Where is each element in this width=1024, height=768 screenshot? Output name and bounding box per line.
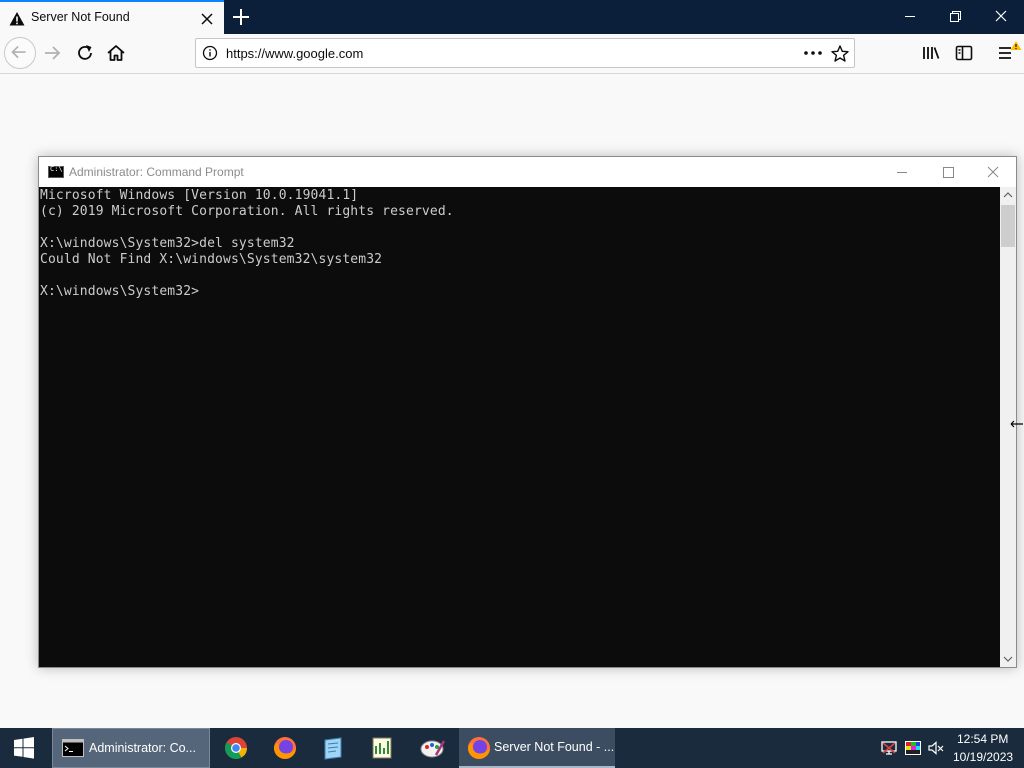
console-output[interactable]: Microsoft Windows [Version 10.0.19041.1]… xyxy=(39,187,1000,667)
scroll-down-icon[interactable] xyxy=(1000,651,1016,667)
scrollbar-thumb[interactable] xyxy=(1001,205,1015,247)
clock-date[interactable]: 10/19/2023 xyxy=(953,750,1013,764)
taskbar-pin-chrome[interactable] xyxy=(214,728,258,768)
minimize-icon[interactable] xyxy=(888,0,932,34)
console-line: Microsoft Windows [Version 10.0.19041.1] xyxy=(40,188,359,203)
command-prompt-window[interactable]: C:\ Administrator: Command Prompt Micros… xyxy=(38,156,1017,668)
network-icon[interactable] xyxy=(880,739,898,757)
address-bar[interactable]: https://www.google.com xyxy=(195,38,855,68)
taskbar-item-command-prompt[interactable]: Administrator: Co... xyxy=(52,728,210,768)
taskbar-item-label: Administrator: Co... xyxy=(89,741,196,755)
console-prompt-line[interactable]: X:\windows\System32> xyxy=(40,284,454,300)
plus-icon[interactable] xyxy=(229,5,253,29)
taskbar-item-label: Server Not Found - ... xyxy=(494,740,615,754)
chrome-icon xyxy=(225,737,247,759)
sidebar-icon[interactable] xyxy=(953,42,975,64)
browser-tab[interactable]: Server Not Found xyxy=(0,0,224,34)
taskbar: Administrator: Co... Server Not Found - … xyxy=(0,728,1024,768)
taskbar-pin-firefox[interactable] xyxy=(263,728,307,768)
paint-icon xyxy=(420,740,446,758)
back-button[interactable] xyxy=(4,37,36,69)
firefox-icon xyxy=(468,737,490,759)
warning-icon xyxy=(9,12,25,26)
taskbar-pin-regedit[interactable] xyxy=(360,728,404,768)
volume-muted-icon[interactable] xyxy=(927,739,945,757)
console-line: Could Not Find X:\windows\System32\syste… xyxy=(40,252,383,267)
start-button[interactable] xyxy=(0,728,48,768)
console-icon xyxy=(62,739,84,757)
browser-tab-strip: Server Not Found xyxy=(0,0,1024,34)
close-icon[interactable] xyxy=(978,0,1024,34)
windows-logo-icon xyxy=(14,737,34,759)
color-palette-icon[interactable] xyxy=(904,739,922,757)
maximize-icon[interactable] xyxy=(925,157,971,187)
library-icon[interactable] xyxy=(920,42,942,64)
taskbar-pin-paint[interactable] xyxy=(410,728,454,768)
scroll-up-icon[interactable] xyxy=(1000,187,1016,203)
menu-icon[interactable] xyxy=(994,39,1022,65)
reload-icon[interactable] xyxy=(73,41,97,65)
back-icon xyxy=(11,45,26,59)
taskbar-item-firefox[interactable]: Server Not Found - ... xyxy=(459,728,615,768)
page-actions-icon[interactable] xyxy=(802,43,824,63)
tab-title: Server Not Found xyxy=(31,10,130,24)
console-line: (c) 2019 Microsoft Corporation. All righ… xyxy=(40,204,454,219)
home-icon[interactable] xyxy=(104,41,128,65)
console-line: X:\windows\System32>del system32 xyxy=(40,236,295,251)
console-title-bar[interactable]: C:\ Administrator: Command Prompt xyxy=(39,157,1016,187)
close-tab-icon[interactable] xyxy=(198,10,216,28)
page-info-icon[interactable] xyxy=(202,45,218,61)
bookmark-star-icon[interactable] xyxy=(830,44,850,64)
console-window-title: Administrator: Command Prompt xyxy=(69,165,244,179)
close-icon[interactable] xyxy=(970,157,1016,187)
firefox-icon xyxy=(274,737,296,759)
minimize-icon[interactable] xyxy=(879,157,925,187)
browser-navigation-bar: https://www.google.com xyxy=(0,34,1024,74)
restore-icon[interactable] xyxy=(932,0,978,34)
forward-icon[interactable] xyxy=(40,41,64,65)
clock-time[interactable]: 12:54 PM xyxy=(957,732,1008,746)
regedit-icon xyxy=(372,737,392,759)
console-icon: C:\ xyxy=(48,165,64,178)
url-text[interactable]: https://www.google.com xyxy=(226,46,363,61)
resize-cursor-icon xyxy=(1010,420,1023,428)
taskbar-pin-notepad[interactable] xyxy=(311,728,355,768)
notepad-icon xyxy=(324,737,342,760)
